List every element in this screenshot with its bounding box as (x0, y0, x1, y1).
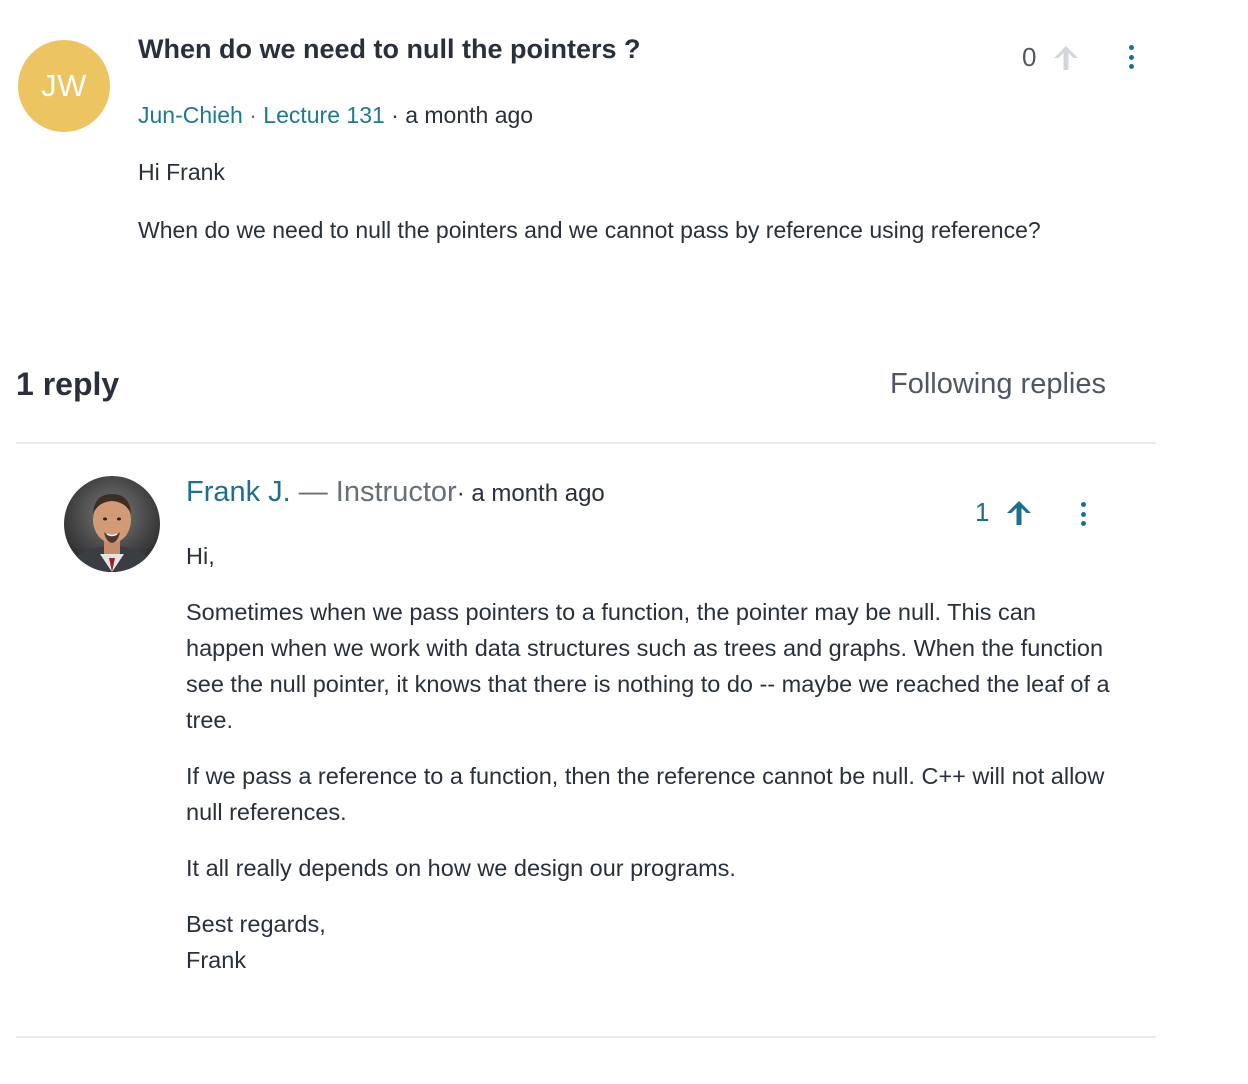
avatar[interactable]: JW (18, 40, 110, 132)
reply-signoff: Best regards, (186, 911, 326, 937)
question-meta: Jun-Chieh · Lecture 131 · a month ago (138, 102, 533, 129)
question-body: Hi Frank When do we need to null the poi… (138, 154, 1098, 270)
question-vote: 0 (1022, 42, 1080, 73)
replies-count: 1 reply (16, 366, 120, 402)
question-paragraph: When do we need to null the pointers and… (138, 217, 1041, 243)
question-time: · a month ago (391, 102, 534, 128)
divider (16, 1036, 1156, 1038)
reply-paragraph: It all really depends on how we design o… (186, 855, 736, 881)
reply-time: · a month ago (456, 480, 605, 507)
arrow-up-icon[interactable] (1052, 44, 1080, 72)
reply-signature: Frank (186, 947, 247, 973)
divider (16, 442, 1156, 444)
arrow-up-icon[interactable] (1005, 499, 1033, 527)
instructor-name-link[interactable]: Frank J. (186, 476, 291, 509)
meta-separator: · (249, 102, 257, 128)
reply-vote-count: 1 (975, 497, 990, 527)
reply-body: Hi, Sometimes when we pass pointers to a… (186, 538, 1116, 978)
question-paragraph: Hi Frank (138, 159, 225, 185)
more-vertical-icon[interactable] (1126, 45, 1136, 69)
reply-paragraph: Sometimes when we pass pointers to a fun… (186, 599, 1110, 733)
reply-meta: Frank J. — Instructor · a month ago (186, 476, 605, 509)
reply-paragraph: Hi, (186, 543, 215, 569)
lecture-link[interactable]: Lecture 131 (263, 102, 384, 128)
reply-paragraph: If we pass a reference to a function, th… (186, 763, 1105, 825)
following-replies-button[interactable]: Following replies (890, 368, 1106, 401)
reply-vote: 1 (975, 497, 1033, 528)
instructor-role: — Instructor (298, 476, 457, 508)
more-vertical-icon[interactable] (1078, 502, 1088, 526)
author-link[interactable]: Jun-Chieh (138, 102, 243, 128)
question-title[interactable]: When do we need to null the pointers ? (138, 34, 641, 65)
question-vote-count: 0 (1022, 42, 1037, 72)
instructor-avatar[interactable] (64, 476, 160, 572)
